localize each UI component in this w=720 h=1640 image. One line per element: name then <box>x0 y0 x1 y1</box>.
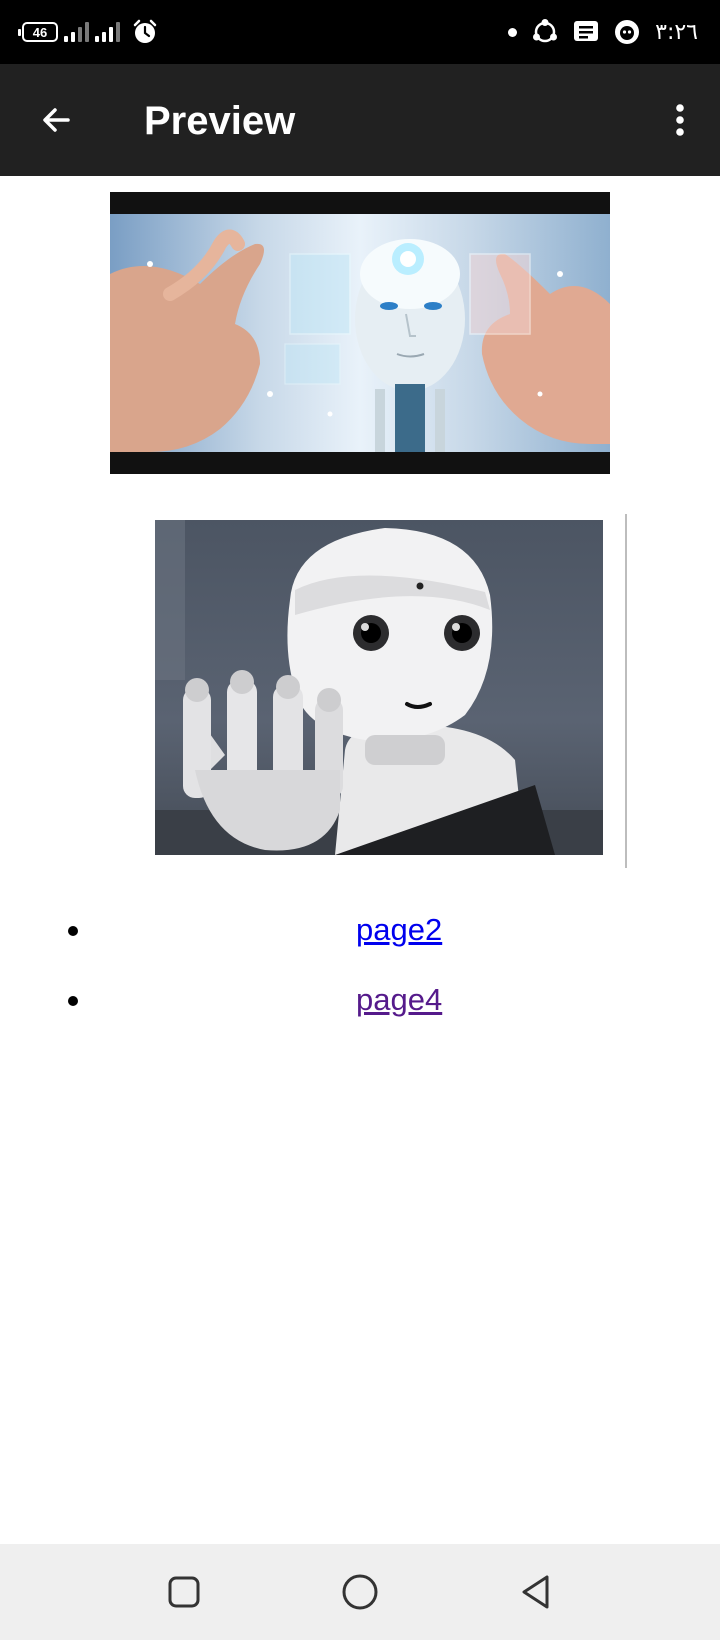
pepper-robot-image <box>155 520 603 855</box>
overflow-menu-button[interactable] <box>656 92 704 148</box>
battery-icon: 46 <box>18 22 58 42</box>
signal-icon <box>95 22 120 42</box>
link-list: page2 page4 <box>0 900 720 1040</box>
status-time: ٣:٢٦ <box>655 19 698 45</box>
more-vertical-icon <box>674 102 686 138</box>
alarm-icon <box>132 19 158 45</box>
arrow-back-icon <box>38 102 74 138</box>
status-bar: 46 ٣:٢٦ <box>0 0 720 64</box>
signal-icon <box>64 22 89 42</box>
back-button[interactable] <box>28 92 84 148</box>
link-page2[interactable]: page2 <box>356 910 442 950</box>
nav-back-button[interactable] <box>508 1564 564 1620</box>
home-button[interactable] <box>332 1564 388 1620</box>
web-content: page2 page4 <box>0 176 720 1544</box>
recent-apps-icon <box>167 1575 201 1609</box>
list-item: page2 <box>0 900 720 970</box>
link-page4[interactable]: page4 <box>356 980 442 1020</box>
status-left-group: 46 <box>18 18 158 46</box>
message-icon <box>573 20 599 44</box>
ai-head-hologram-image <box>110 192 610 474</box>
app-bar: Preview <box>0 64 720 176</box>
status-right-group: ٣:٢٦ <box>508 14 698 50</box>
sync-icon <box>531 18 559 46</box>
home-icon <box>341 1573 379 1611</box>
vertical-divider <box>625 514 627 868</box>
list-item: page4 <box>0 970 720 1040</box>
navigation-bar <box>0 1544 720 1640</box>
battery-level: 46 <box>32 24 48 40</box>
recent-apps-button[interactable] <box>156 1564 212 1620</box>
back-icon <box>519 1573 553 1611</box>
assistant-icon <box>613 18 641 46</box>
page-title: Preview <box>144 99 296 143</box>
notification-dot-icon <box>508 27 518 37</box>
bullet-icon <box>68 996 78 1006</box>
bullet-icon <box>68 926 78 936</box>
